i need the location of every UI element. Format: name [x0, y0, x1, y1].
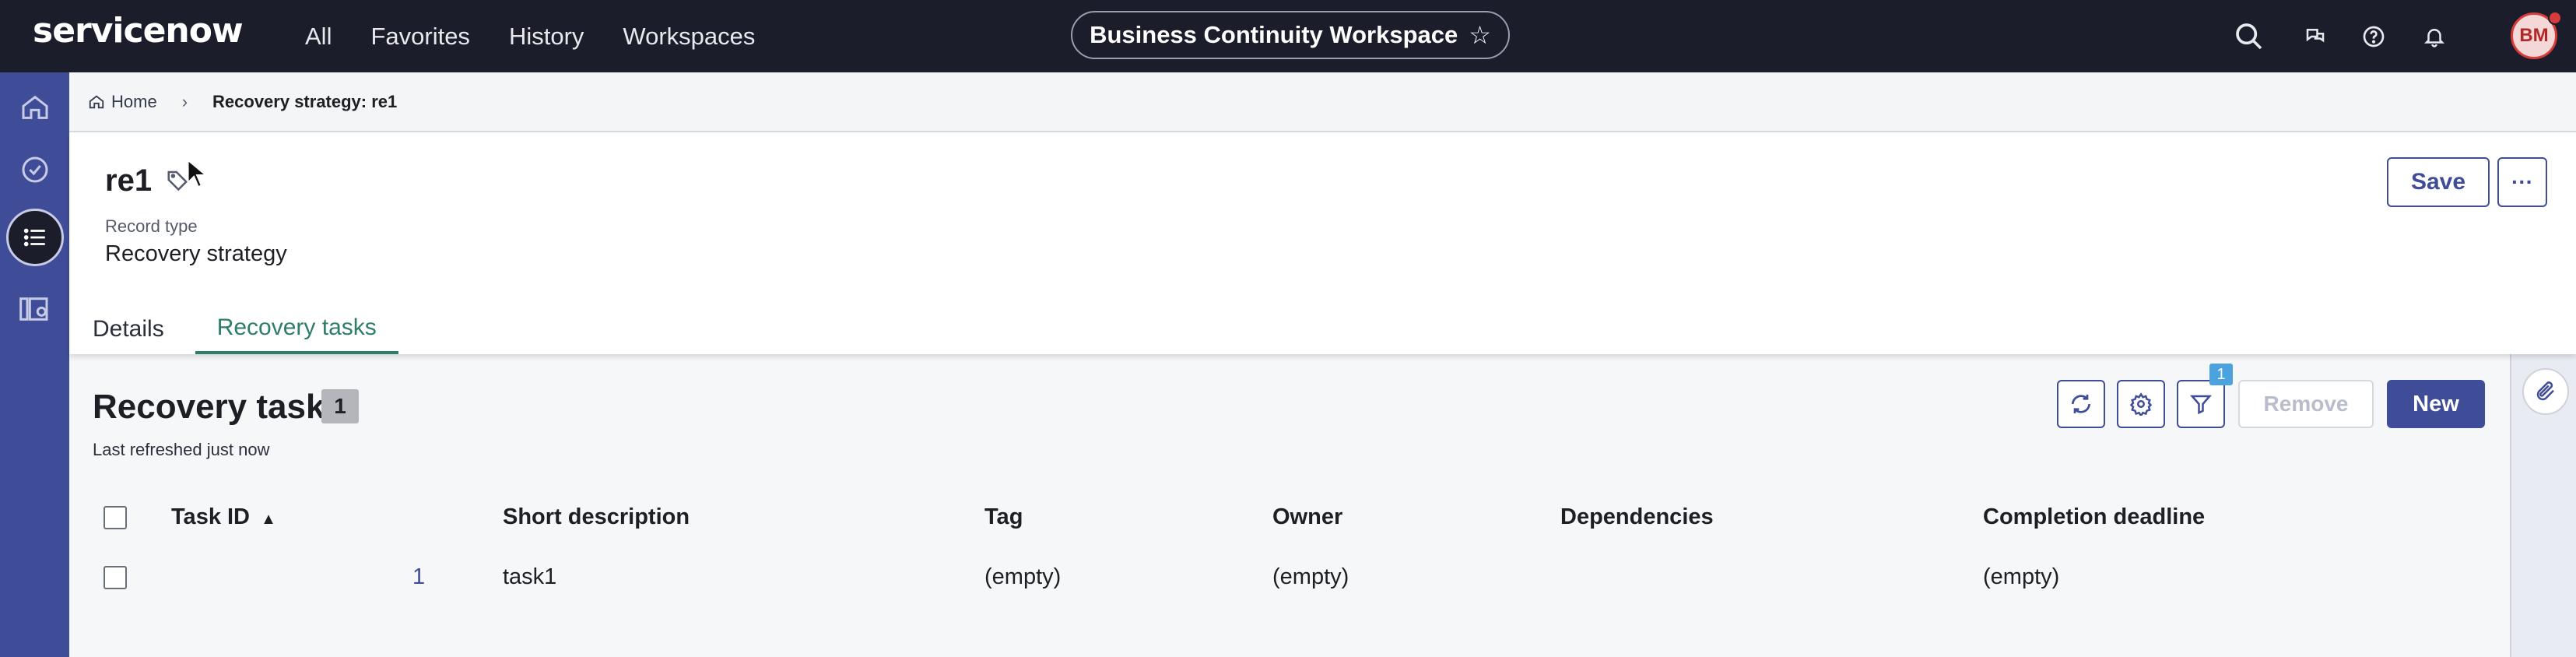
- paperclip-icon: [2536, 381, 2554, 401]
- nav-history[interactable]: History: [509, 23, 584, 51]
- new-button[interactable]: New: [2387, 380, 2485, 428]
- record-tabs: Details Recovery tasks: [93, 304, 398, 354]
- search-icon[interactable]: [2230, 17, 2269, 56]
- last-refreshed-text: Last refreshed just now: [93, 440, 270, 459]
- notification-bell-icon[interactable]: [2415, 17, 2454, 56]
- sort-ascending-icon: ▲: [261, 511, 276, 528]
- workspace-switcher[interactable]: Business Continuity Workspace ☆: [1071, 11, 1510, 59]
- column-header-owner[interactable]: Owner: [1272, 504, 1342, 530]
- home-icon: [89, 95, 104, 108]
- column-header-dependencies[interactable]: Dependencies: [1560, 504, 1714, 530]
- related-list: Recovery task 1 Last refreshed just now …: [69, 354, 2510, 657]
- nav-favorites[interactable]: Favorites: [370, 23, 469, 51]
- list-title: Recovery task: [93, 388, 325, 426]
- record-header: re1 Record type Recovery strategy Save ·…: [69, 132, 2576, 354]
- cell-owner: (empty): [1272, 564, 1349, 589]
- breadcrumb-current: Recovery strategy: re1: [212, 91, 398, 111]
- check-circle-icon: [22, 156, 47, 183]
- help-icon[interactable]: [2354, 17, 2393, 56]
- row-checkbox[interactable]: [104, 566, 127, 589]
- header-actions: BM: [2218, 0, 2576, 72]
- servicenow-logo[interactable]: servicenow: [33, 11, 244, 51]
- breadcrumb-home[interactable]: Home: [88, 92, 157, 112]
- side-panel-strip: [2510, 354, 2576, 657]
- record-type-value: Recovery strategy: [105, 241, 287, 266]
- more-actions-button[interactable]: ···: [2497, 157, 2547, 207]
- filter-button[interactable]: [2177, 380, 2225, 428]
- column-header-label: Task ID: [171, 504, 251, 529]
- list-icon: [23, 228, 45, 247]
- record-type-label: Record type: [105, 216, 198, 236]
- chat-icon[interactable]: [2296, 17, 2335, 56]
- mouse-cursor-icon: [186, 158, 209, 192]
- column-header-task-id[interactable]: Task ID ▲: [171, 504, 276, 530]
- cell-tag: (empty): [984, 564, 1062, 589]
- nav-all[interactable]: All: [305, 23, 332, 51]
- cell-completion-deadline: (empty): [1983, 564, 2060, 589]
- map-book-icon: [19, 297, 48, 321]
- breadcrumb-home-label: Home: [111, 91, 157, 111]
- chevron-right-icon: ›: [181, 91, 188, 111]
- select-all-checkbox[interactable]: [104, 506, 127, 529]
- gear-icon: [2129, 392, 2153, 416]
- home-icon: [22, 95, 47, 119]
- rail-list-active-indicator: [5, 209, 64, 266]
- nav-workspaces[interactable]: Workspaces: [623, 23, 755, 51]
- attachment-button[interactable]: [2522, 368, 2569, 415]
- record-title: re1: [105, 163, 153, 198]
- record-count-badge: 1: [321, 389, 359, 423]
- save-button[interactable]: Save: [2387, 157, 2490, 207]
- star-icon[interactable]: ☆: [1469, 20, 1491, 50]
- column-header-tag[interactable]: Tag: [984, 504, 1023, 530]
- breadcrumb: Home › Recovery strategy: re1: [69, 72, 2576, 132]
- rail-map[interactable]: [0, 279, 69, 339]
- remove-button[interactable]: Remove: [2238, 380, 2374, 428]
- rail-home[interactable]: [0, 77, 69, 138]
- cell-short-description: task1: [503, 564, 557, 589]
- filter-icon: [2189, 395, 2213, 415]
- top-nav: All Favorites History Workspaces: [305, 0, 755, 72]
- settings-button[interactable]: [2117, 380, 2165, 428]
- rail-list[interactable]: [0, 207, 69, 268]
- rail-tasks[interactable]: [0, 139, 69, 200]
- tab-recovery-tasks[interactable]: Recovery tasks: [195, 304, 398, 354]
- tab-details[interactable]: Details: [93, 304, 164, 354]
- left-rail: [0, 72, 69, 657]
- refresh-icon: [2072, 395, 2090, 413]
- refresh-button[interactable]: [2057, 380, 2105, 428]
- task-id-link[interactable]: 1: [412, 564, 425, 590]
- filter-count-badge: 1: [2209, 364, 2233, 385]
- column-header-completion-deadline[interactable]: Completion deadline: [1983, 504, 2205, 530]
- presence-indicator: [2548, 11, 2562, 25]
- workspace-name: Business Continuity Workspace: [1090, 21, 1458, 48]
- column-header-short-description[interactable]: Short description: [503, 504, 690, 530]
- top-header: servicenow All Favorites History Workspa…: [0, 0, 2576, 72]
